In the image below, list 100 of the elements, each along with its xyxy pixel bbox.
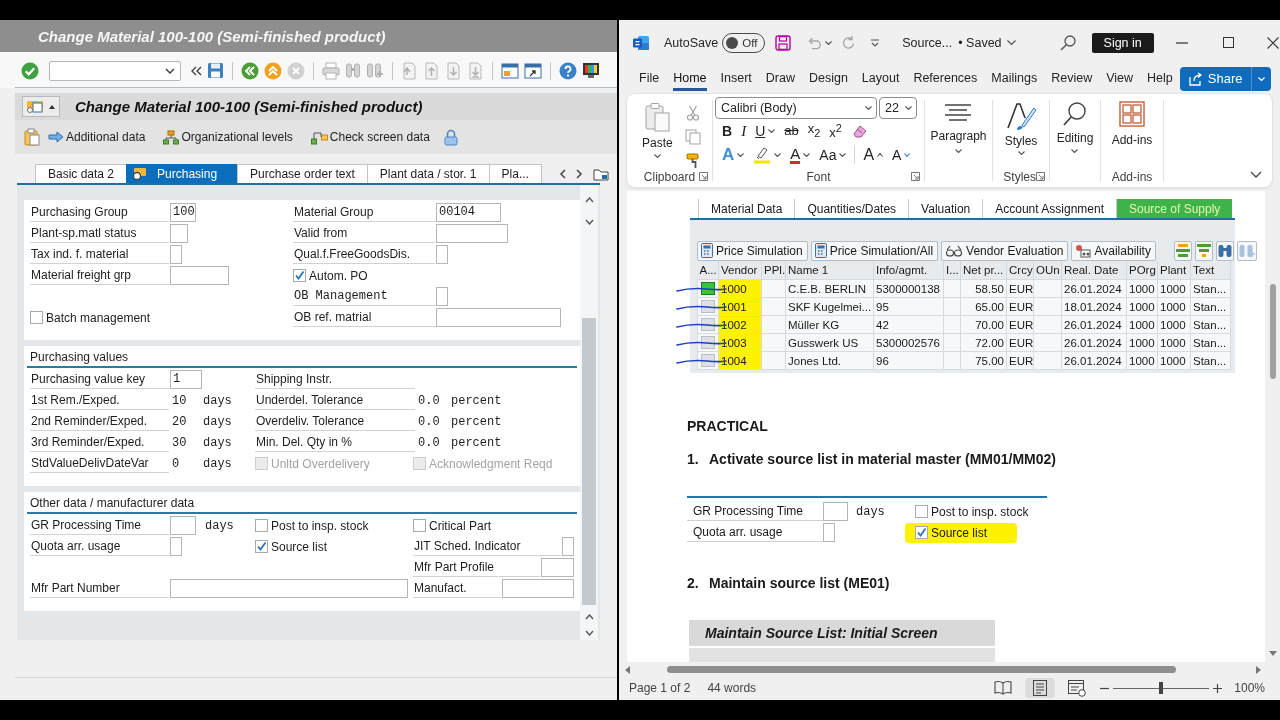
- check-icon[interactable]: [21, 61, 39, 80]
- copy-icon[interactable]: [684, 129, 701, 145]
- tab[interactable]: Quantities/Dates: [794, 199, 909, 218]
- menu-tab[interactable]: References: [906, 66, 985, 91]
- scrollbar[interactable]: [580, 185, 598, 640]
- binoculars-icon[interactable]: [345, 62, 361, 79]
- tab[interactable]: Purchasing: [126, 164, 239, 183]
- last-page-icon[interactable]: [467, 61, 484, 80]
- toolbar-button[interactable]: Price Simulation: [697, 240, 808, 261]
- search-icon[interactable]: [1059, 34, 1076, 51]
- checkbox[interactable]: [915, 505, 928, 518]
- tab[interactable]: Pla...: [488, 164, 542, 183]
- double-chevron-icon[interactable]: [191, 65, 202, 76]
- next-page-icon[interactable]: [445, 61, 462, 80]
- font-name-dropdown[interactable]: Calibri (Body): [715, 97, 877, 119]
- new-window-icon[interactable]: [501, 61, 519, 80]
- chevron-right-icon[interactable]: [576, 168, 583, 179]
- scroll-down-icon[interactable]: [1267, 650, 1278, 657]
- command-field[interactable]: [49, 60, 181, 81]
- input-field[interactable]: [541, 558, 574, 577]
- bold-button[interactable]: B: [721, 121, 734, 141]
- checkbox[interactable]: [255, 540, 268, 553]
- highlight-button[interactable]: [752, 145, 783, 165]
- subscript-button[interactable]: x$_{2}$: [806, 121, 822, 141]
- add-ins-button[interactable]: Add-ins: [1109, 94, 1155, 147]
- checkbox[interactable]: [255, 519, 268, 532]
- underline-button[interactable]: U: [754, 121, 777, 141]
- scrollbar-thumb[interactable]: [582, 318, 596, 605]
- filter-button[interactable]: [1194, 240, 1213, 261]
- app-icon[interactable]: [633, 34, 649, 51]
- dialog-launcher-icon[interactable]: [911, 172, 920, 181]
- print-view-button[interactable]: [1025, 678, 1056, 698]
- org-levels-button[interactable]: Organizational levels: [159, 125, 303, 149]
- previous-page-icon[interactable]: [423, 61, 440, 80]
- tab[interactable]: Valuation: [908, 199, 983, 218]
- share-button[interactable]: Share: [1179, 66, 1272, 91]
- slider-thumb[interactable]: [1159, 682, 1164, 694]
- menu-tab[interactable]: Help: [1140, 66, 1180, 91]
- save-icon[interactable]: [207, 62, 224, 79]
- tab[interactable]: Plant data / stor. 1: [366, 164, 490, 183]
- scissors-icon[interactable]: [685, 105, 700, 121]
- folder-icon[interactable]: [593, 166, 609, 181]
- binoculars-plus-icon[interactable]: [366, 62, 384, 79]
- scroll-down-icon[interactable]: [584, 630, 594, 636]
- checkbox[interactable]: [30, 311, 43, 324]
- input-field[interactable]: [436, 308, 561, 327]
- shrink-font-button[interactable]: A: [891, 145, 912, 165]
- font-color-button[interactable]: A: [789, 145, 812, 165]
- scrollbar-thumb[interactable]: [1269, 284, 1276, 379]
- checkbox[interactable]: [293, 269, 306, 282]
- menu-tab[interactable]: View: [1099, 66, 1141, 91]
- tab[interactable]: Purchase order text: [237, 164, 368, 183]
- input-field[interactable]: [170, 537, 182, 556]
- clipboard-icon[interactable]: [24, 128, 40, 146]
- input-field[interactable]: 1: [170, 370, 202, 389]
- shortcut-icon[interactable]: [524, 61, 542, 80]
- check-screen-button[interactable]: Check screen data: [306, 125, 440, 149]
- chevron-left-icon[interactable]: [559, 168, 566, 179]
- input-field[interactable]: 00104: [436, 203, 501, 222]
- scrollbar-thumb[interactable]: [667, 666, 1176, 673]
- input-field[interactable]: [436, 287, 448, 306]
- toolbar-button[interactable]: Vendor Evaluation: [941, 240, 1069, 261]
- change-case-button[interactable]: Aa: [818, 145, 848, 165]
- menu-tab[interactable]: Draw: [758, 66, 802, 91]
- menu-tab[interactable]: File: [632, 66, 667, 91]
- checkbox[interactable]: [915, 526, 928, 539]
- paragraph-button[interactable]: Paragraph: [928, 94, 989, 153]
- toolbar-button[interactable]: Price Simulation/All: [810, 240, 939, 261]
- scroll-up-icon[interactable]: [584, 614, 594, 620]
- input-field[interactable]: [502, 579, 574, 598]
- minimize-icon[interactable]: [1175, 41, 1188, 44]
- chevron-down-icon[interactable]: [1006, 40, 1016, 45]
- redo-icon[interactable]: [841, 34, 856, 51]
- monitor-icon[interactable]: [582, 62, 600, 79]
- tab[interactable]: Account Assignment: [982, 199, 1116, 218]
- menu-tab[interactable]: Insert: [713, 66, 759, 91]
- lock-icon[interactable]: [443, 128, 458, 146]
- dialog-launcher-icon[interactable]: [1036, 172, 1045, 181]
- styles-button[interactable]: Styles: [1002, 94, 1040, 155]
- input-field[interactable]: [823, 523, 835, 542]
- input-field[interactable]: [436, 245, 448, 264]
- customize-icon[interactable]: [870, 38, 881, 47]
- tab[interactable]: Material Data: [698, 199, 795, 218]
- sort-button[interactable]: [1173, 240, 1192, 261]
- toolbar-button[interactable]: Availability: [1071, 240, 1156, 261]
- help-icon[interactable]: [559, 61, 577, 80]
- zoom-in-icon[interactable]: [1213, 683, 1223, 693]
- scroll-down-icon[interactable]: [584, 219, 594, 225]
- menu-tab[interactable]: Mailings: [984, 66, 1045, 91]
- font-size-dropdown[interactable]: 22: [879, 97, 917, 119]
- save-icon[interactable]: [775, 34, 792, 51]
- printer-icon[interactable]: [322, 61, 340, 80]
- paste-button[interactable]: Paste: [640, 97, 675, 158]
- input-field[interactable]: [170, 224, 188, 243]
- superscript-button[interactable]: x$^{2}$: [828, 121, 843, 141]
- sign-in-button[interactable]: Sign in: [1091, 32, 1154, 53]
- checkbox[interactable]: [413, 519, 426, 532]
- scroll-right-icon[interactable]: [1255, 664, 1262, 675]
- italic-button[interactable]: I: [740, 121, 748, 141]
- input-field[interactable]: [170, 266, 229, 285]
